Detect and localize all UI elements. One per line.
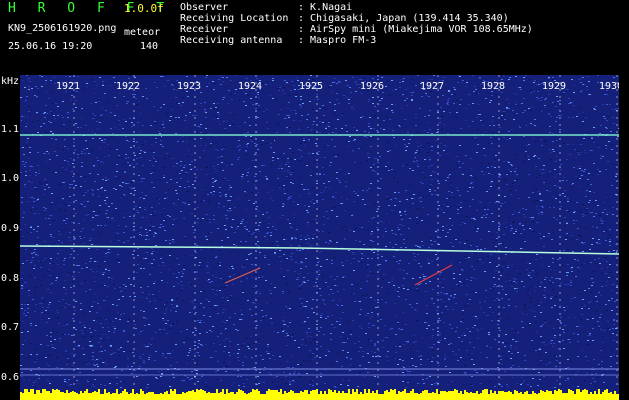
info-value: : Chigasaki, Japan (139.414 35.340) (298, 13, 509, 24)
x-tick-label: 1926 (360, 81, 384, 92)
info-label: Receiving Location (180, 13, 289, 24)
y-axis-unit: kHz (1, 76, 20, 87)
y-tick-label: 1.1 (1, 124, 20, 135)
info-label: Observer (180, 2, 229, 13)
meteor-label: meteor (124, 27, 161, 38)
info-value: : Maspro FM-3 (298, 35, 377, 46)
x-tick-label: 1928 (481, 81, 505, 92)
x-tick-label: 1923 (177, 81, 201, 92)
y-tick-label: 0.9 (1, 223, 20, 234)
header-panel: H R O F F T 1.0.0f KN9_2506161920.png me… (0, 0, 629, 75)
info-label: Receiving antenna (180, 35, 283, 46)
version-label: 1.0.0f (124, 2, 164, 15)
info-value: : AirSpy mini (Miakejima VOR 108.65MHz) (298, 24, 533, 35)
x-tick-label: 1930 (599, 81, 619, 92)
x-tick-label: 1924 (238, 81, 262, 92)
y-tick-label: 0.7 (1, 322, 20, 333)
noise-background (20, 75, 619, 400)
y-tick-label: 0.8 (1, 273, 20, 284)
x-tick-label: 1929 (542, 81, 566, 92)
datetime-label: 25.06.16 19:20 (8, 41, 93, 52)
y-tick-label: 0.6 (1, 372, 20, 383)
meteor-count: 140 (140, 41, 159, 52)
x-tick-label: 1925 (299, 81, 323, 92)
y-tick-label: 1.0 (1, 173, 20, 184)
x-tick-label: 1921 (56, 81, 80, 92)
spectrogram-plot: 1921 1922 1923 1924 1925 1926 1927 1928 1929 1930 (20, 75, 619, 400)
info-value: : K.Nagai (298, 2, 353, 13)
x-tick-label: 1922 (116, 81, 140, 92)
x-tick-label: 1927 (420, 81, 444, 92)
info-label: Receiver (180, 24, 229, 35)
filename-label: KN9_2506161920.png (8, 23, 117, 34)
